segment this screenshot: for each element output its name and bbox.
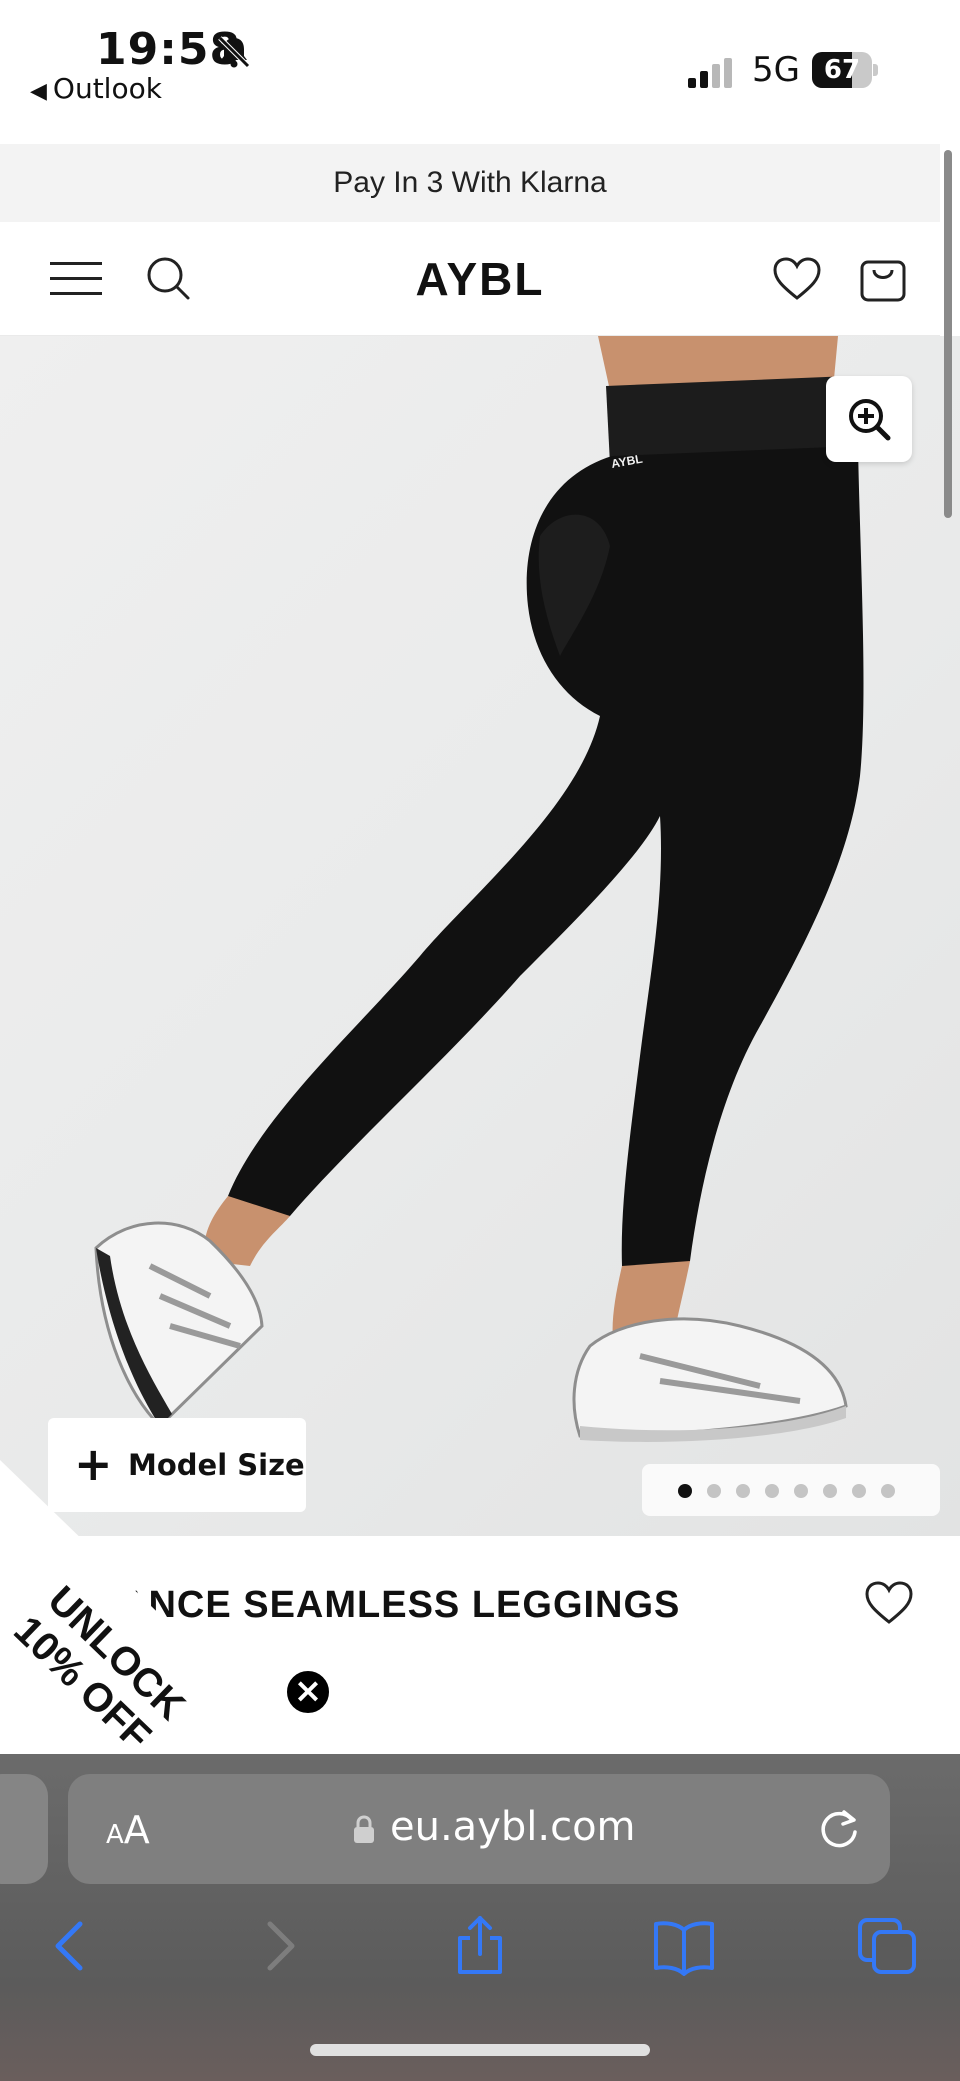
address-bar[interactable]: AA eu.aybl.com [68,1774,890,1884]
zoom-button[interactable] [826,376,912,462]
product-wishlist-heart-icon[interactable] [864,1580,914,1626]
reader-text-size-button[interactable]: AA [106,1808,150,1852]
tabs-icon[interactable] [856,1914,920,1978]
network-type: 5G [752,50,800,90]
home-indicator [310,2044,650,2056]
status-bar: 19:58 ◀ Outlook 5G 67 [0,0,960,144]
battery-percent: 67 [823,55,861,85]
bookmarks-icon[interactable] [652,1914,716,1978]
wishlist-heart-icon[interactable] [772,256,822,302]
back-arrow-icon[interactable] [40,1914,104,1978]
share-icon[interactable] [448,1914,512,1978]
forward-arrow-icon [267,1921,295,1971]
gallery-dot[interactable] [765,1484,779,1498]
discount-popup[interactable]: UNLOCK 10% OFF [0,1440,310,1760]
cellular-signal-icon [688,58,732,88]
back-app-label: Outlook [52,72,162,105]
gallery-dot[interactable] [881,1484,895,1498]
zoom-in-icon [849,399,891,441]
product-image-gallery[interactable]: AYBL + Model Size [0,336,960,1536]
bell-muted-icon [218,36,250,68]
close-discount-icon[interactable]: × [284,1668,332,1716]
previous-tab-peek[interactable] [0,1774,48,1884]
gallery-dot[interactable] [823,1484,837,1498]
site-header: AYBL [0,222,940,336]
product-photo: AYBL [94,336,864,1442]
search-icon[interactable] [144,254,192,302]
promo-banner[interactable]: Pay In 3 With Klarna [0,144,940,222]
page-scrollbar[interactable] [944,150,952,518]
gallery-dot[interactable] [678,1484,692,1498]
gallery-dot[interactable] [852,1484,866,1498]
gallery-dot[interactable] [707,1484,721,1498]
gallery-dot[interactable] [794,1484,808,1498]
back-to-app-link[interactable]: ◀ Outlook [30,72,162,105]
back-triangle-icon: ◀ [30,79,47,104]
menu-icon[interactable] [50,262,102,296]
browser-toolbar: AA eu.aybl.com [0,1754,960,2081]
site-logo[interactable]: AYBL [380,252,580,306]
url-text: eu.aybl.com [390,1804,636,1850]
reload-icon[interactable] [816,1806,862,1852]
gallery-pagination[interactable] [642,1464,940,1516]
battery-icon: 67 [812,52,878,88]
shopping-bag-icon[interactable] [858,252,908,304]
gallery-dot[interactable] [736,1484,750,1498]
lock-icon [354,1815,374,1843]
